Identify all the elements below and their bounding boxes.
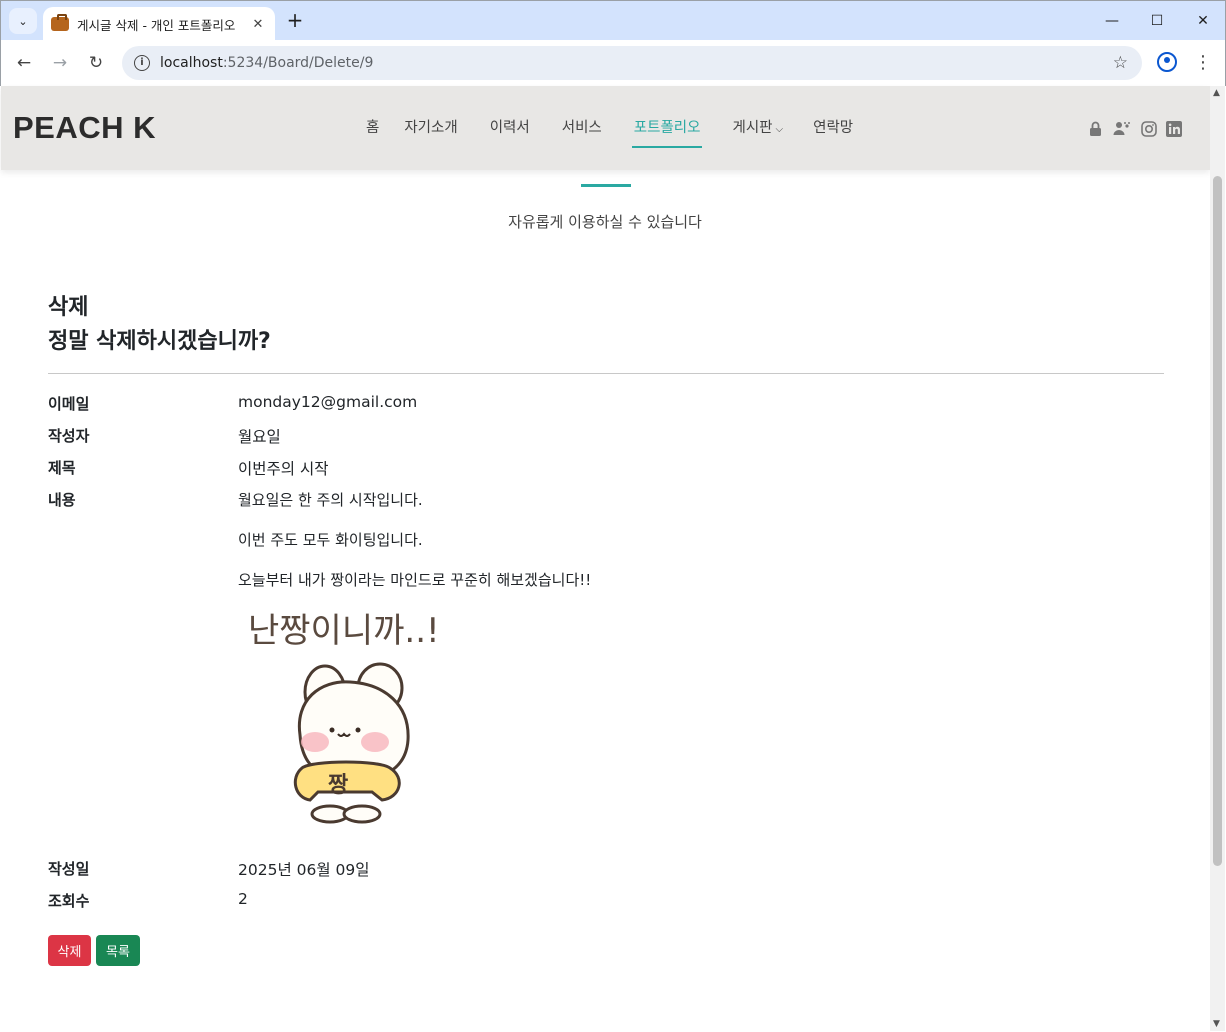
nav-contact[interactable]: 연락망: [813, 116, 853, 145]
profile-icon[interactable]: [1157, 52, 1177, 72]
chevron-down-icon: ⌵: [775, 124, 784, 135]
user-paw-icon[interactable]: [1112, 120, 1132, 137]
views-value: 2: [238, 890, 248, 908]
bookmark-star-icon[interactable]: ☆: [1113, 53, 1128, 73]
rabbit-sticker-image: 난짱이니까..! 짱: [248, 611, 440, 824]
divider: [48, 373, 1164, 374]
address-bar[interactable]: i localhost:5234/Board/Delete/9 ☆: [122, 46, 1142, 80]
sticker-caption: 난짱이니까..!: [248, 611, 440, 651]
site-info-icon[interactable]: i: [134, 55, 150, 71]
site-logo[interactable]: PEACH K: [13, 110, 156, 146]
nav-services[interactable]: 서비스: [562, 116, 602, 145]
sticker-shirt-text: 짱: [328, 773, 348, 798]
subject-value: 이번주의 시작: [238, 460, 329, 478]
window-close-button[interactable]: ✕: [1188, 9, 1218, 33]
new-tab-button[interactable]: +: [283, 9, 307, 33]
subject-label: 제목: [48, 459, 76, 477]
email-value: monday12@gmail.com: [238, 393, 418, 411]
instagram-icon[interactable]: [1140, 120, 1157, 137]
header-icons: [1087, 120, 1182, 137]
minimize-button[interactable]: —: [1097, 9, 1127, 33]
nav-resume[interactable]: 이력서: [490, 116, 530, 145]
nav-board[interactable]: 게시판 ⌵: [732, 116, 783, 145]
forward-button[interactable]: →: [47, 50, 73, 76]
browser-menu-icon[interactable]: ⋮: [1193, 50, 1213, 76]
nav-about[interactable]: 자기소개: [404, 116, 457, 145]
section-subtitle: 자유롭게 이용하실 수 있습니다: [508, 213, 702, 231]
scrollbar-thumb[interactable]: [1213, 176, 1222, 866]
author-label: 작성자: [48, 427, 90, 445]
briefcase-icon: [51, 14, 69, 31]
browser-tab-strip: ⌄ 게시글 삭제 - 개인 포트폴리오 ✕ + — ☐ ✕: [0, 0, 1226, 41]
email-label: 이메일: [48, 395, 90, 413]
tab-search-button[interactable]: ⌄: [9, 8, 37, 34]
content-paragraph: 오늘부터 내가 짱이라는 마인드로 꾸준히 해보겠습니다!!: [238, 571, 592, 589]
url-text: localhost:5234/Board/Delete/9: [160, 55, 374, 71]
browser-tab[interactable]: 게시글 삭제 - 개인 포트폴리오 ✕: [43, 7, 275, 41]
site-header: PEACH K 홈 자기소개 이력서 서비스 포트폴리오 게시판 ⌵ 연락망: [1, 86, 1210, 170]
browser-toolbar: ← → ↻ i localhost:5234/Board/Delete/9 ☆ …: [0, 40, 1226, 86]
page-scrollbar[interactable]: ▲ ▼: [1210, 86, 1225, 1031]
content-label: 내용: [48, 491, 76, 509]
nav-home[interactable]: 홈: [366, 116, 379, 145]
section-title-underline: [581, 184, 631, 187]
maximize-button[interactable]: ☐: [1142, 9, 1172, 33]
reload-button[interactable]: ↻: [83, 50, 109, 76]
content-paragraph: 월요일은 한 주의 시작입니다.: [238, 491, 423, 509]
author-value: 월요일: [238, 428, 281, 446]
content-paragraph: 이번 주도 모두 화이팅입니다.: [238, 531, 423, 549]
delete-confirm-message: 정말 삭제하시겠습니까?: [48, 329, 271, 354]
main-nav: 홈 자기소개 이력서 서비스 포트폴리오 게시판 ⌵ 연락망: [351, 116, 853, 148]
views-label: 조회수: [48, 892, 90, 910]
list-button[interactable]: 목록: [96, 935, 140, 966]
date-label: 작성일: [48, 860, 90, 878]
tab-title: 게시글 삭제 - 개인 포트폴리오: [77, 17, 236, 33]
scroll-up-icon[interactable]: ▲: [1213, 88, 1220, 98]
close-icon[interactable]: ✕: [249, 17, 267, 32]
scroll-down-icon[interactable]: ▼: [1213, 1019, 1220, 1029]
delete-button[interactable]: 삭제: [48, 935, 91, 966]
linkedin-icon[interactable]: [1165, 120, 1182, 137]
nav-portfolio[interactable]: 포트폴리오: [631, 116, 703, 148]
lock-icon[interactable]: [1087, 120, 1104, 137]
date-value: 2025년 06월 09일: [238, 861, 370, 879]
page-title: 삭제: [48, 295, 89, 320]
back-button[interactable]: ←: [11, 50, 37, 76]
